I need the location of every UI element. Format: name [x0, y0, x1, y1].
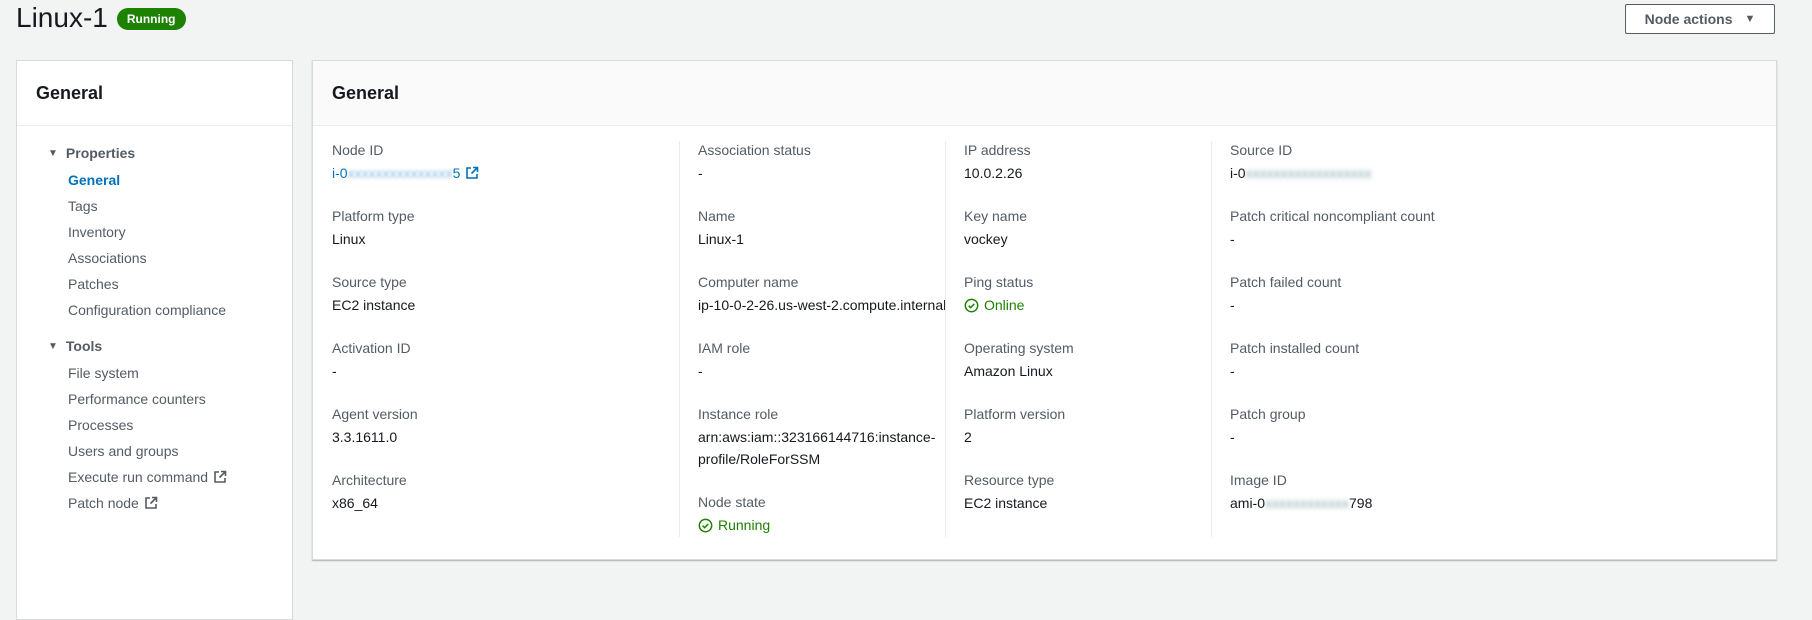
field-label: Node ID [332, 142, 384, 158]
panel-title: General [332, 82, 400, 103]
field-architecture: Architecture x86_64 [332, 471, 662, 514]
field-value: x86_64 [332, 495, 378, 511]
field-label: Source type [332, 274, 407, 290]
field-value: i-0xxxxxxxxxxxxxxxxxx [1230, 162, 1560, 184]
caret-down-icon: ▼ [1744, 13, 1756, 25]
page-header: Linux-1 Running [16, 0, 186, 36]
field-value: Linux [332, 231, 366, 247]
field-label: Platform type [332, 208, 415, 224]
sidebar-item-patches[interactable]: Patches [68, 276, 119, 292]
check-circle-icon [698, 518, 713, 532]
sidebar: General ▼ Properties General Tags Invent… [16, 60, 293, 620]
sidebar-group-label: Properties [65, 145, 136, 161]
sidebar-item-performance-counters[interactable]: Performance counters [68, 391, 206, 407]
field-label: Patch group [1230, 406, 1306, 422]
field-value: - [332, 363, 337, 379]
field-patch-critical-noncompliant-count: Patch critical noncompliant count - [1230, 207, 1560, 250]
field-label: Source ID [1230, 142, 1293, 158]
node-id-end: 5 [452, 165, 461, 181]
sidebar-item-inventory[interactable]: Inventory [68, 224, 126, 240]
sidebar-item-patch-node[interactable]: Patch node [68, 495, 158, 511]
field-source-id: Source ID i-0xxxxxxxxxxxxxxxxxx [1230, 141, 1560, 184]
column-divider [679, 141, 680, 537]
sidebar-item-execute-run-command[interactable]: Execute run command [68, 469, 227, 485]
field-value: i-0 xxxxxxxxxxxxxxx 5 [332, 162, 662, 184]
field-value: - [1230, 363, 1235, 379]
field-label: Patch critical noncompliant count [1230, 208, 1435, 224]
sidebar-item-processes[interactable]: Processes [68, 417, 133, 433]
field-label: Patch failed count [1230, 274, 1342, 290]
field-value: EC2 instance [332, 297, 416, 313]
field-image-id: Image ID ami-0xxxxxxxxxxxx798 [1230, 471, 1560, 514]
field-value: - [1230, 429, 1235, 445]
check-circle-icon [964, 298, 979, 312]
field-label: Agent version [332, 406, 418, 422]
node-actions-button[interactable]: Node actions ▼ [1625, 4, 1775, 34]
node-state-status: Running [698, 514, 770, 536]
node-id-start: i-0 [332, 165, 348, 181]
triangle-down-icon: ▼ [48, 340, 58, 352]
field-activation-id: Activation ID - [332, 339, 662, 382]
field-value: 3.3.1611.0 [332, 429, 398, 445]
field-value: Running [698, 514, 1028, 539]
panel-header: General [313, 61, 1776, 126]
node-state-text: Running [718, 517, 771, 533]
field-patch-group: Patch group - [1230, 405, 1560, 448]
field-value: - [1230, 297, 1235, 313]
sidebar-item-associations[interactable]: Associations [68, 250, 147, 266]
ping-status-text: Online [984, 297, 1025, 313]
field-patch-failed-count: Patch failed count - [1230, 273, 1560, 316]
node-id-link[interactable]: i-0 xxxxxxxxxxxxxxx 5 [332, 162, 479, 184]
redacted-text: xxxxxxxxxxxxxxxxxx [1245, 165, 1372, 181]
sidebar-item-users-and-groups[interactable]: Users and groups [68, 443, 179, 459]
instance-role-line-2: profile/RoleForSSM [698, 451, 821, 467]
field-patch-installed-count: Patch installed count - [1230, 339, 1560, 382]
field-value: ami-0xxxxxxxxxxxx798 [1230, 492, 1560, 514]
page-title: Linux-1 [16, 2, 108, 33]
field-label: Architecture [332, 472, 407, 488]
triangle-down-icon: ▼ [48, 147, 58, 159]
sidebar-group-tools[interactable]: ▼ Tools [48, 338, 102, 354]
field-label: Activation ID [332, 340, 411, 356]
ping-status: Online [964, 294, 1024, 316]
field-source-type: Source type EC2 instance [332, 273, 662, 316]
redacted-text: xxxxxxxxxxxx [1265, 495, 1350, 511]
status-badge: Running [116, 8, 186, 30]
field-agent-version: Agent version 3.3.1611.0 [332, 405, 662, 448]
sidebar-item-configuration-compliance[interactable]: Configuration compliance [68, 302, 226, 318]
field-platform-type: Platform type Linux [332, 207, 662, 250]
column-divider [1211, 141, 1212, 537]
source-id-start: i-0 [1230, 165, 1246, 181]
external-link-icon [145, 496, 158, 509]
sidebar-item-label: Execute run command [68, 469, 209, 485]
sidebar-item-file-system[interactable]: File system [68, 365, 139, 381]
sidebar-item-general[interactable]: General [68, 172, 120, 188]
image-id-end: 798 [1349, 495, 1373, 511]
column-divider [945, 141, 946, 537]
redacted-text: xxxxxxxxxxxxxxx [347, 165, 453, 181]
sidebar-group-label: Tools [65, 338, 103, 354]
general-panel: General Node ID i-0 xxxxxxxxxxxxxxx 5 Plat… [312, 60, 1777, 560]
node-actions-label: Node actions [1644, 11, 1733, 27]
sidebar-item-label: Patch node [68, 495, 139, 511]
field-value: - [1230, 231, 1235, 247]
external-link-icon [214, 470, 227, 483]
sidebar-item-tags[interactable]: Tags [68, 198, 98, 214]
field-label: Patch installed count [1230, 340, 1360, 356]
field-node-id: Node ID i-0 xxxxxxxxxxxxxxx 5 [332, 141, 662, 184]
field-label: Image ID [1230, 472, 1287, 488]
external-link-icon [466, 166, 479, 179]
sidebar-title: General [36, 82, 104, 103]
sidebar-group-properties[interactable]: ▼ Properties [48, 145, 135, 161]
sidebar-header: General [17, 61, 292, 126]
image-id-start: ami-0 [1230, 495, 1266, 511]
